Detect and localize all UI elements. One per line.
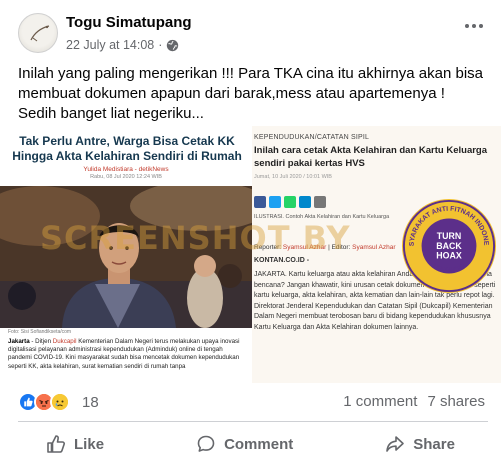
post-meta: 22 July at 14:08 · [66, 38, 179, 52]
kontan-kicker: KEPENDUDUKAN/CATATAN SIPIL [254, 134, 370, 141]
facebook-share-icon [254, 196, 266, 208]
divider [18, 421, 488, 422]
detik-article-body: Jakarta - Ditjen Dukcapil Kementerian Da… [8, 338, 248, 371]
reaction-count[interactable]: 18 [82, 394, 99, 411]
post-text-line: membuat dokumen apapun dari barak,mess a… [18, 85, 445, 102]
author-name[interactable]: Togu Simatupang [66, 14, 192, 31]
sad-reaction-icon [50, 392, 70, 412]
body-dash: - Ditjen [29, 338, 53, 345]
twitter-share-icon [269, 196, 281, 208]
share-button[interactable]: Share [373, 426, 467, 462]
post-text: Inilah yang paling mengerikan !!! Para T… [18, 64, 488, 124]
official-photo [0, 186, 252, 328]
comment-label: Comment [224, 435, 294, 453]
like-button[interactable]: Like [34, 426, 116, 462]
kontan-article-date: Jumat, 10 Juli 2020 / 10:01 WIB [254, 174, 332, 180]
post-image[interactable]: Tak Perlu Antre, Warga Bisa Cetak KK Hin… [0, 126, 501, 383]
badge-line2: BACK [436, 241, 462, 251]
detik-article-author: Yulida Medistiara - detikNews [83, 166, 169, 173]
editor-name: Syamsul Azhar [352, 244, 396, 251]
comment-count[interactable]: 1 comment [343, 393, 417, 410]
badge-line1: TURN [437, 231, 461, 241]
share-icon [386, 436, 405, 452]
post-text-line: Sedih banget liat negeriku... [18, 105, 204, 122]
like-icon [47, 435, 66, 453]
engagement-stats: 1 comment 7 shares [343, 393, 485, 410]
globe-icon [167, 39, 179, 51]
share-count[interactable]: 7 shares [427, 393, 485, 410]
dukcapil-link: Dukcapil [52, 338, 77, 345]
whatsapp-share-icon [284, 196, 296, 208]
meta-separator: · [158, 38, 163, 52]
kontan-source: KONTAN.CO.ID - [254, 257, 310, 264]
avatar-image [30, 25, 50, 42]
comment-button[interactable]: Comment [184, 426, 305, 462]
detik-article-title: Tak Perlu Antre, Warga Bisa Cetak KK Hin… [12, 134, 242, 163]
post-text-line: Inilah yang paling mengerikan !!! Para T… [18, 65, 483, 82]
post-header: Togu Simatupang 22 July at 14:08 · [0, 0, 501, 60]
telegram-share-icon [299, 196, 311, 208]
kontan-article-title: Inilah cara cetak Akta Kelahiran dan Kar… [254, 145, 488, 169]
post-timestamp[interactable]: 22 July at 14:08 [66, 38, 154, 52]
reaction-icons [18, 392, 70, 412]
screenshot-watermark: SCREENSHOT BY [40, 219, 351, 257]
share-buttons [254, 196, 326, 208]
avatar[interactable] [18, 13, 58, 53]
detik-photo-caption: Foto: Sisi Sofiandikseta/com [8, 329, 72, 335]
post-actions: Like Comment Share [0, 424, 501, 464]
reaction-summary[interactable]: 18 [18, 392, 99, 412]
article-photo [0, 186, 252, 328]
copy-link-icon [314, 196, 326, 208]
mafindo-turnbackhoax-badge: MASYARAKAT ANTI FITNAH INDONESIA MAFINDO… [400, 197, 497, 294]
like-label: Like [74, 435, 105, 453]
comment-icon [197, 435, 215, 452]
share-label: Share [413, 435, 455, 453]
detik-article-date: Rabu, 08 Jul 2020 12:24 WIB [90, 174, 162, 180]
dateline: Jakarta [8, 338, 30, 345]
more-options-icon[interactable] [465, 22, 485, 30]
badge-line3: HOAX [436, 251, 462, 261]
